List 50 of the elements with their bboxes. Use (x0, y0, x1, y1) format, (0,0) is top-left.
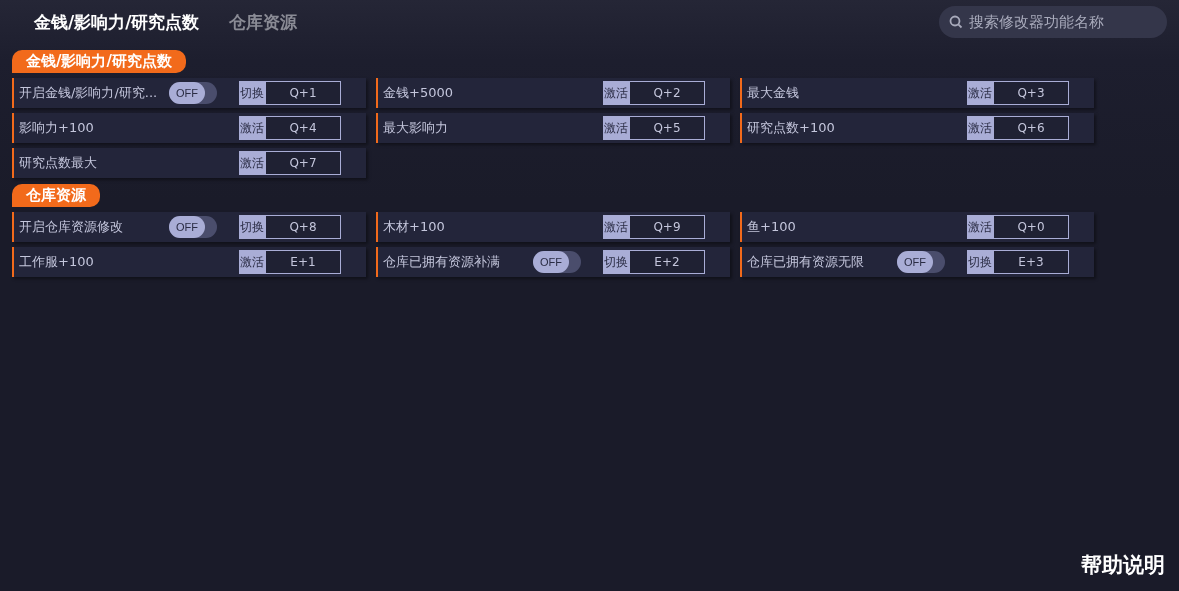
hotkey-field[interactable]: Q+9 (629, 215, 705, 239)
hotkey-field[interactable]: E+3 (993, 250, 1069, 274)
hotkey-field[interactable]: Q+2 (629, 81, 705, 105)
cheat-label: 最大金钱 (747, 84, 800, 102)
section-header: 金钱/影响力/研究点数 (12, 50, 186, 73)
action-button[interactable]: 激活 (239, 250, 265, 274)
cheat-label: 工作服+100 (19, 253, 95, 271)
cheat-label: 木材+100 (383, 218, 446, 236)
search-icon (949, 15, 963, 29)
cheat-label: 金钱+5000 (383, 84, 454, 102)
hotkey-field[interactable]: Q+6 (993, 116, 1069, 140)
tab[interactable]: 金钱/影响力/研究点数 (34, 10, 200, 34)
cheat-label: 仓库已拥有资源补满 (383, 253, 501, 271)
action-button[interactable]: 切换 (603, 250, 629, 274)
section-header: 仓库资源 (12, 184, 100, 207)
action-button[interactable]: 切换 (967, 250, 993, 274)
action-button[interactable]: 激活 (967, 81, 993, 105)
hotkey-field[interactable]: Q+0 (993, 215, 1069, 239)
toggle-switch[interactable]: OFF (897, 251, 945, 273)
hotkey-field[interactable]: E+1 (265, 250, 341, 274)
action-button[interactable]: 切换 (239, 81, 265, 105)
toggle-switch[interactable]: OFF (533, 251, 581, 273)
action-button[interactable]: 激活 (239, 116, 265, 140)
tab[interactable]: 仓库资源 (229, 10, 298, 34)
hotkey-field[interactable]: Q+1 (265, 81, 341, 105)
action-button[interactable]: 切换 (239, 215, 265, 239)
hotkey-field[interactable]: Q+3 (993, 81, 1069, 105)
cheat-label: 研究点数+100 (747, 119, 836, 137)
hotkey-field[interactable]: Q+4 (265, 116, 341, 140)
cheat-label: 影响力+100 (19, 119, 95, 137)
action-button[interactable]: 激活 (967, 116, 993, 140)
toggle-switch[interactable]: OFF (169, 216, 217, 238)
action-button[interactable]: 激活 (967, 215, 993, 239)
toggle-switch[interactable]: OFF (169, 82, 217, 104)
cheat-label: 开启仓库资源修改 (19, 218, 124, 236)
cheat-label: 最大影响力 (383, 119, 449, 137)
action-button[interactable]: 激活 (603, 116, 629, 140)
cheat-label: 研究点数最大 (19, 154, 98, 172)
cheat-label: 开启金钱/影响力/研究... (19, 84, 159, 102)
hotkey-field[interactable]: Q+5 (629, 116, 705, 140)
action-button[interactable]: 激活 (239, 151, 265, 175)
search-field[interactable]: 搜索修改器功能名称 (939, 6, 1167, 38)
action-button[interactable]: 激活 (603, 215, 629, 239)
hotkey-field[interactable]: Q+8 (265, 215, 341, 239)
cheat-label: 鱼+100 (747, 218, 797, 236)
help-link[interactable]: 帮助说明 (1081, 551, 1165, 579)
cheat-label: 仓库已拥有资源无限 (747, 253, 865, 271)
action-button[interactable]: 激活 (603, 81, 629, 105)
hotkey-field[interactable]: E+2 (629, 250, 705, 274)
hotkey-field[interactable]: Q+7 (265, 151, 341, 175)
